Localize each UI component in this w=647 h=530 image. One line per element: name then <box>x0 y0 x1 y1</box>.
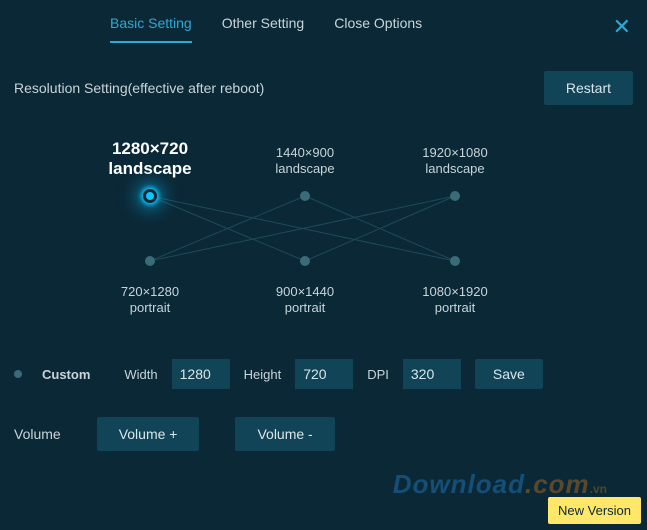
tab-close-options[interactable]: Close Options <box>334 15 422 43</box>
res-option-720x1280[interactable]: 720×1280 portrait <box>95 284 205 316</box>
res-option-1280x720[interactable]: 1280×720 landscape <box>95 139 205 179</box>
dpi-input[interactable] <box>403 359 461 389</box>
res-value: 1440×900 <box>276 145 334 160</box>
tabs-bar: Basic Setting Other Setting Close Option… <box>0 0 647 43</box>
res-option-1920x1080[interactable]: 1920×1080 landscape <box>400 145 510 177</box>
watermark-orange: .com <box>525 469 590 499</box>
res-orient: portrait <box>285 300 325 315</box>
res-node-720x1280[interactable] <box>145 256 155 266</box>
res-value: 900×1440 <box>276 284 334 299</box>
custom-radio[interactable] <box>14 370 22 378</box>
res-node-1440x900[interactable] <box>300 191 310 201</box>
res-node-1920x1080[interactable] <box>450 191 460 201</box>
save-button[interactable]: Save <box>475 359 543 389</box>
res-node-1080x1920[interactable] <box>450 256 460 266</box>
height-label: Height <box>244 367 282 382</box>
res-orient: portrait <box>435 300 475 315</box>
volume-down-button[interactable]: Volume - <box>235 417 334 451</box>
res-value: 1080×1920 <box>422 284 487 299</box>
volume-row: Volume Volume + Volume - <box>0 389 647 451</box>
dpi-label: DPI <box>367 367 389 382</box>
volume-up-button[interactable]: Volume + <box>97 417 200 451</box>
res-orient: landscape <box>425 161 484 176</box>
res-option-1080x1920[interactable]: 1080×1920 portrait <box>400 284 510 316</box>
watermark: Download.com.vn <box>393 469 607 500</box>
custom-label: Custom <box>42 367 90 382</box>
tab-other-setting[interactable]: Other Setting <box>222 15 305 43</box>
watermark-small: .vn <box>590 482 607 496</box>
new-version-button[interactable]: New Version <box>548 497 641 524</box>
res-orient: landscape <box>108 159 191 178</box>
resolution-heading: Resolution Setting(effective after reboo… <box>14 80 264 96</box>
width-input[interactable] <box>172 359 230 389</box>
res-value: 720×1280 <box>121 284 179 299</box>
close-icon[interactable]: ✕ <box>613 14 631 40</box>
res-node-1280x720[interactable] <box>143 189 157 203</box>
res-option-900x1440[interactable]: 900×1440 portrait <box>250 284 360 316</box>
volume-label: Volume <box>14 426 61 442</box>
restart-button[interactable]: Restart <box>544 71 633 105</box>
height-input[interactable] <box>295 359 353 389</box>
resolution-chooser: 1280×720 landscape 1440×900 landscape 19… <box>0 121 647 351</box>
custom-resolution-row: Custom Width Height DPI Save <box>0 351 647 389</box>
res-value: 1280×720 <box>112 139 188 158</box>
res-node-900x1440[interactable] <box>300 256 310 266</box>
tab-basic-setting[interactable]: Basic Setting <box>110 15 192 43</box>
res-orient: portrait <box>130 300 170 315</box>
res-orient: landscape <box>275 161 334 176</box>
watermark-blue: Download <box>393 469 525 499</box>
width-label: Width <box>124 367 157 382</box>
res-option-1440x900[interactable]: 1440×900 landscape <box>250 145 360 177</box>
res-value: 1920×1080 <box>422 145 487 160</box>
resolution-heading-row: Resolution Setting(effective after reboo… <box>0 43 647 113</box>
